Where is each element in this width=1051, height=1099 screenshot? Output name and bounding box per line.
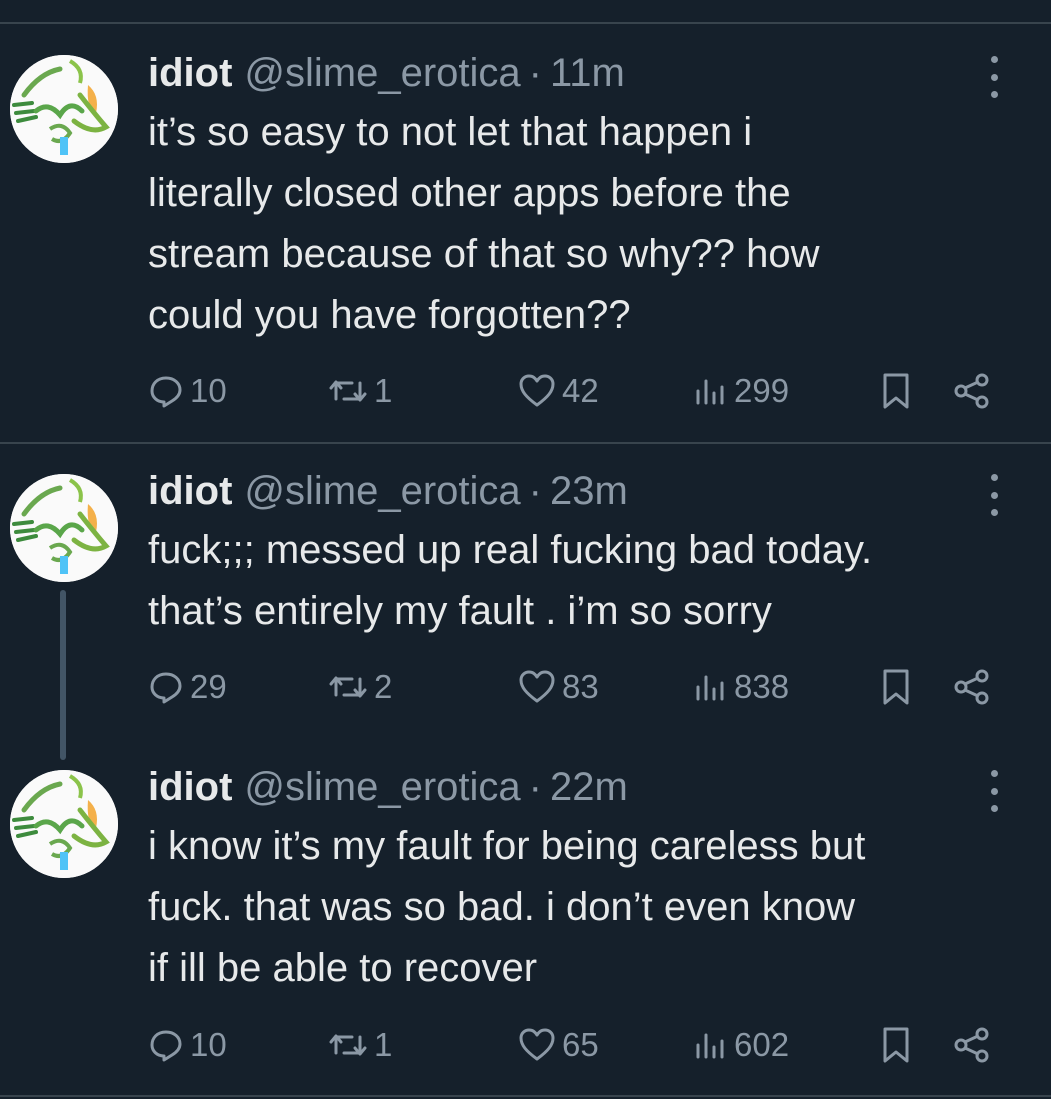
tweet-header: idiot @slime_erotica · 22m [148,762,628,812]
repost-count: 2 [374,668,393,705]
bookmark-button[interactable] [878,366,920,416]
share-icon [954,1027,989,1063]
more-icon[interactable] [982,770,1006,812]
view-count: 299 [734,372,790,409]
top-divider [0,22,1051,24]
timestamp[interactable]: 23m [550,469,628,514]
bookmark-icon [883,373,909,409]
like-count: 42 [562,372,599,409]
more-icon[interactable] [982,56,1006,98]
tweet-actions: 10 1 65 602 [0,1020,1051,1070]
avatar-image [10,55,118,163]
user-handle[interactable]: @slime_erotica [244,51,520,96]
timestamp[interactable]: 22m [550,765,628,810]
tweet-text: it’s so easy to not let that happen i li… [148,110,820,337]
avatar[interactable] [10,770,118,878]
bookmark-button[interactable] [878,662,920,712]
view-count: 838 [734,668,790,705]
separator-dot: · [528,468,542,513]
reply-button[interactable]: 10 [148,1020,227,1070]
tweet-actions: 10 1 42 299 [0,366,1051,416]
share-icon [954,669,989,705]
repost-icon [329,380,367,402]
avatar-image [10,474,118,582]
timestamp[interactable]: 11m [550,51,625,96]
user-handle[interactable]: @slime_erotica [244,765,520,810]
reply-count: 29 [190,668,227,705]
reply-button[interactable]: 10 [148,366,227,416]
like-count: 83 [562,668,599,705]
tweet-header: idiot @slime_erotica · 11m [148,48,625,98]
view-count: 602 [734,1026,790,1063]
avatar-image [10,770,118,878]
tweet-divider [0,442,1051,444]
avatar[interactable] [10,55,118,163]
repost-icon [329,676,367,698]
tweet-actions: 29 2 83 838 [0,662,1051,712]
repost-icon [329,1034,367,1056]
user-handle[interactable]: @slime_erotica [244,469,520,514]
heart-icon [519,374,555,407]
share-icon [954,373,989,409]
views-button[interactable]: 299 [692,366,789,416]
reply-icon [150,672,182,704]
views-button[interactable]: 838 [692,662,789,712]
reply-count: 10 [190,1026,227,1063]
tweet-text: i know it’s my fault for being careless … [148,824,866,990]
bookmark-icon [883,669,909,705]
like-button[interactable]: 83 [518,662,599,712]
repost-count: 1 [374,372,393,409]
share-button[interactable] [952,662,998,712]
separator-dot: · [528,764,542,809]
views-button[interactable]: 602 [692,1020,789,1070]
bookmark-button[interactable] [878,1020,920,1070]
repost-button[interactable]: 2 [328,662,392,712]
repost-count: 1 [374,1026,393,1063]
reply-count: 10 [190,372,227,409]
like-button[interactable]: 42 [518,366,599,416]
more-icon[interactable] [982,474,1006,516]
views-icon [696,379,724,405]
display-name[interactable]: idiot [148,469,232,514]
reply-button[interactable]: 29 [148,662,227,712]
like-button[interactable]: 65 [518,1020,599,1070]
heart-icon [519,1028,555,1061]
bottom-divider [0,1095,1051,1097]
views-icon [696,1033,724,1059]
views-icon [696,675,724,701]
reply-icon [150,1030,182,1062]
heart-icon [519,670,555,703]
repost-button[interactable]: 1 [328,1020,392,1070]
display-name[interactable]: idiot [148,765,232,810]
like-count: 65 [562,1026,599,1063]
bookmark-icon [883,1027,909,1063]
share-button[interactable] [952,366,998,416]
repost-button[interactable]: 1 [328,366,392,416]
share-button[interactable] [952,1020,998,1070]
separator-dot: · [528,50,542,95]
tweet-header: idiot @slime_erotica · 23m [148,466,628,516]
reply-icon [150,376,182,408]
display-name[interactable]: idiot [148,51,232,96]
avatar[interactable] [10,474,118,582]
tweet-text: fuck;;; messed up real fucking bad today… [148,528,873,633]
